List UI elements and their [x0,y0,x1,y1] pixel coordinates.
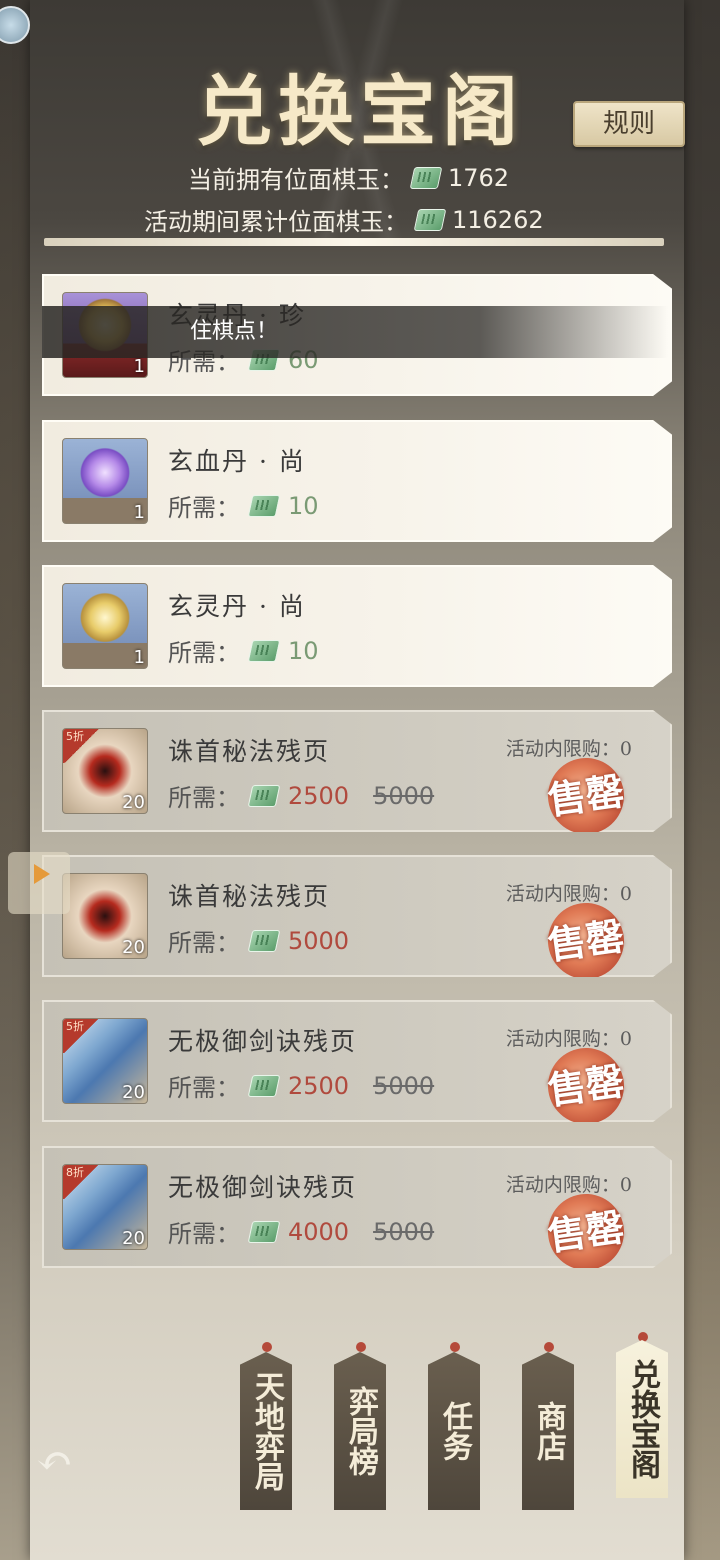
tag-knot-icon [450,1342,460,1352]
purchase-limit: 活动内限购：0 [505,883,632,905]
item-name: 玄血丹 · 尚 [168,447,306,476]
blue-sword-scroll-icon: 8折 20 [62,1164,148,1250]
shop-item-card[interactable]: 5折 20 诛首秘法残页 活动内限购：0 所需： 2500 5000 售罄 [42,710,672,832]
jade-currency-icon [247,1220,281,1243]
cost-label: 所需： [168,1220,240,1248]
blue-sword-scroll-icon: 5折 20 [62,1018,148,1104]
jade-currency-icon [247,1074,281,1097]
discount-badge: 8折 [63,1165,100,1199]
side-expand-tab[interactable] [8,852,70,914]
sold-out-stamp: 售罄 [543,1043,629,1122]
item-cost: 所需： 10 [168,488,319,523]
tab-yiju-ranking[interactable]: 弈局榜 [334,1352,386,1510]
jade-currency-icon [413,208,447,231]
sold-out-stamp: 售罄 [543,898,629,977]
toast-message: 住棋点！ [42,306,668,358]
jade-currency-icon [409,166,443,189]
tab-label: 任务 [437,1401,472,1461]
tag-knot-icon [262,1342,272,1352]
sold-out-stamp: 售罄 [543,1189,629,1268]
tab-label: 商店 [531,1401,566,1461]
cost-value: 10 [288,636,319,665]
item-count: 20 [122,1082,145,1103]
item-name: 无极御剑诀残页 [168,1027,358,1056]
cost-value: 10 [288,491,319,520]
cumulative-jade-value: 116262 [452,205,544,234]
cumulative-jade-stat: 活动期间累计位面棋玉： 116262 [144,202,544,237]
item-cost: 所需： 4000 5000 [168,1214,434,1249]
purchase-limit: 活动内限购：0 [505,738,632,760]
tab-shop[interactable]: 商店 [522,1352,574,1510]
purchase-limit: 活动内限购：0 [505,1174,632,1196]
cumulative-jade-label: 活动期间累计位面棋玉： [144,208,408,236]
cost-label: 所需： [168,639,240,667]
tab-label: 兑换宝阁 [625,1359,660,1479]
owned-jade-stat: 当前拥有位面棋玉： 1762 [188,160,509,195]
red-scroll-icon: 20 [62,873,148,959]
shop-item-card[interactable]: 1 玄血丹 · 尚 所需： 10 [42,420,672,542]
tab-label: 弈局榜 [343,1386,378,1476]
discount-badge: 5折 [63,729,100,763]
tab-label: 天地弈局 [249,1371,284,1491]
item-name: 玄灵丹 · 尚 [168,592,306,621]
shop-item-card[interactable]: 1 玄灵丹 · 尚 所需： 10 [42,565,672,687]
item-cost: 所需： 5000 [168,923,349,958]
shop-item-card[interactable]: 20 诛首秘法残页 活动内限购：0 所需： 5000 售罄 [42,855,672,977]
item-cost: 所需： 2500 5000 [168,1068,434,1103]
tab-tiandi-yiju[interactable]: 天地弈局 [240,1352,292,1510]
cost-label: 所需： [168,494,240,522]
tag-knot-icon [356,1342,366,1352]
red-scroll-icon: 5折 20 [62,728,148,814]
header-divider [44,238,664,246]
tab-tasks[interactable]: 任务 [428,1352,480,1510]
cost-label: 所需： [168,1074,240,1102]
jade-currency-icon [247,494,281,517]
tab-exchange-pavilion[interactable]: 兑换宝阁 [616,1340,668,1498]
item-name: 诛首秘法残页 [168,882,331,911]
original-price: 5000 [373,1217,435,1246]
cost-label: 所需： [168,784,240,812]
original-price: 5000 [373,1071,435,1100]
owned-jade-label: 当前拥有位面棋玉： [188,166,404,194]
cost-value: 4000 [288,1217,350,1246]
cost-label: 所需： [168,929,240,957]
jade-currency-icon [247,639,281,662]
jade-currency-icon [247,784,281,807]
discount-badge: 5折 [63,1019,100,1053]
jade-currency-icon [247,929,281,952]
item-count: 20 [122,1228,145,1249]
play-arrow-icon [34,864,50,884]
item-count: 20 [122,792,145,813]
item-count: 20 [122,937,145,958]
cost-value: 2500 [288,781,350,810]
cost-value: 2500 [288,1071,350,1100]
shop-item-card[interactable]: 5折 20 无极御剑诀残页 活动内限购：0 所需： 2500 5000 售罄 [42,1000,672,1122]
rules-button[interactable]: 规则 [573,101,685,147]
shop-item-card[interactable]: 8折 20 无极御剑诀残页 活动内限购：0 所需： 4000 5000 售罄 [42,1146,672,1268]
purple-orb-icon: 1 [62,438,148,524]
item-count: 1 [133,647,145,668]
item-count: 1 [133,356,145,377]
item-name: 诛首秘法残页 [168,737,331,766]
tag-knot-icon [544,1342,554,1352]
owned-jade-value: 1762 [448,163,510,192]
cost-value: 5000 [288,926,350,955]
back-arrow-icon[interactable]: ↶ [36,1440,90,1484]
item-count: 1 [133,502,145,523]
sold-out-stamp: 售罄 [543,753,629,832]
item-name: 无极御剑诀残页 [168,1173,358,1202]
purchase-limit: 活动内限购：0 [505,1028,632,1050]
golden-orb-icon: 1 [62,583,148,669]
item-cost: 所需： 10 [168,633,319,668]
item-cost: 所需： 2500 5000 [168,778,434,813]
original-price: 5000 [373,781,435,810]
